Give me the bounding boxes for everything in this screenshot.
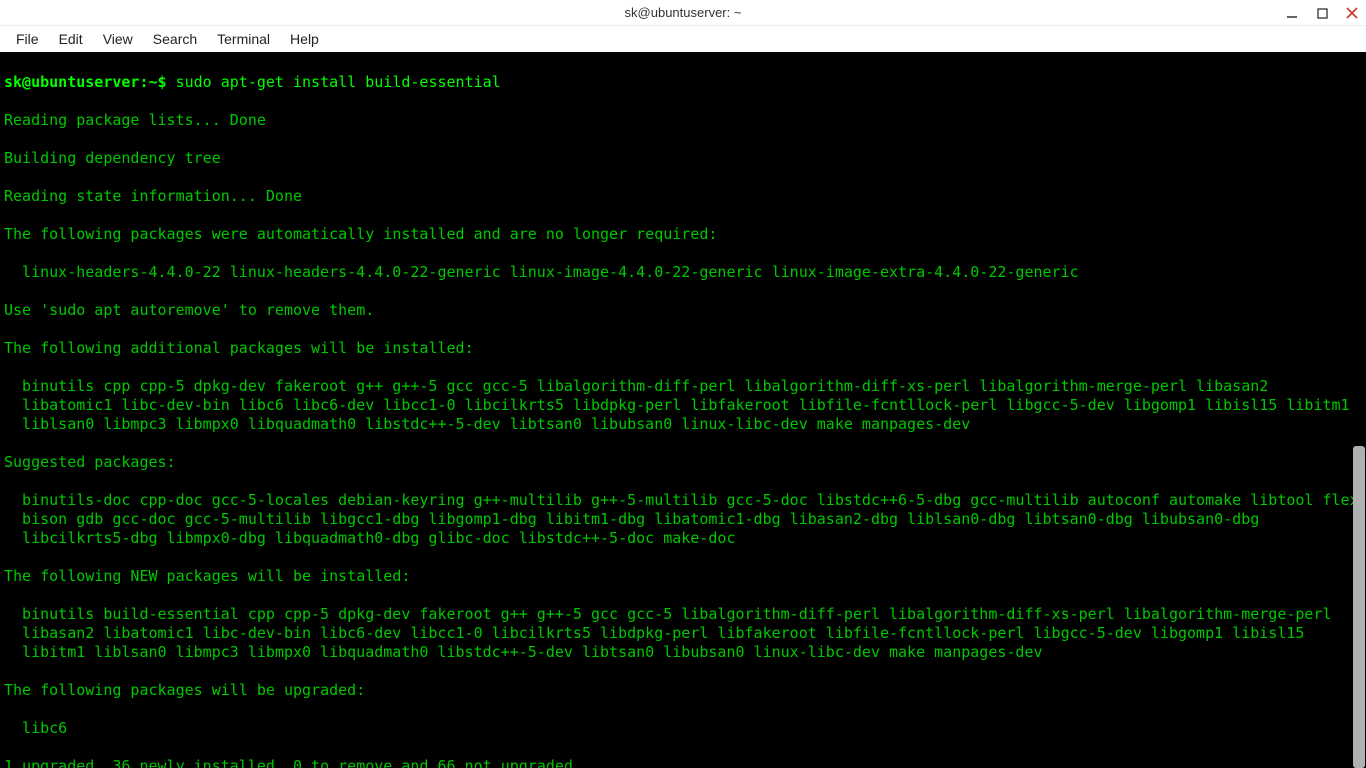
menu-edit[interactable]: Edit xyxy=(51,29,91,49)
maximize-icon xyxy=(1317,8,1328,19)
minimize-icon xyxy=(1286,7,1298,19)
window-title: sk@ubuntuserver: ~ xyxy=(625,5,742,20)
menubar: File Edit View Search Terminal Help xyxy=(0,26,1366,52)
minimize-button[interactable] xyxy=(1284,5,1300,21)
package-list: linux-headers-4.4.0-22 linux-headers-4.4… xyxy=(22,263,1079,282)
output-line: binutils build-essential cpp cpp-5 dpkg-… xyxy=(4,605,1362,662)
output-line: The following packages will be upgraded: xyxy=(4,681,1362,700)
output-line: libc6 xyxy=(4,719,1362,738)
prompt-user-host: sk@ubuntuserver xyxy=(4,73,139,91)
command-text: sudo apt-get install build-essential xyxy=(176,73,501,91)
scrollbar[interactable] xyxy=(1352,52,1366,768)
prompt-symbol: $ xyxy=(158,73,167,91)
output-line: The following NEW packages will be insta… xyxy=(4,567,1362,586)
terminal-viewport[interactable]: sk@ubuntuserver:~$ sudo apt-get install … xyxy=(0,52,1366,768)
menu-file[interactable]: File xyxy=(8,29,47,49)
output-line: Reading state information... Done xyxy=(4,187,1362,206)
output-line: Suggested packages: xyxy=(4,453,1362,472)
prompt-line: sk@ubuntuserver:~$ sudo apt-get install … xyxy=(4,73,1362,92)
output-line: 1 upgraded, 36 newly installed, 0 to rem… xyxy=(4,757,1362,768)
close-icon xyxy=(1346,7,1358,19)
output-line: Building dependency tree xyxy=(4,149,1362,168)
maximize-button[interactable] xyxy=(1314,5,1330,21)
package-list: binutils cpp cpp-5 dpkg-dev fakeroot g++… xyxy=(22,377,1362,434)
menu-help[interactable]: Help xyxy=(282,29,327,49)
close-button[interactable] xyxy=(1344,5,1360,21)
output-line: binutils-doc cpp-doc gcc-5-locales debia… xyxy=(4,491,1362,548)
menu-terminal[interactable]: Terminal xyxy=(209,29,278,49)
package-list: binutils build-essential cpp cpp-5 dpkg-… xyxy=(22,605,1362,662)
package-list: binutils-doc cpp-doc gcc-5-locales debia… xyxy=(22,491,1362,548)
prompt-path: ~ xyxy=(149,73,158,91)
titlebar: sk@ubuntuserver: ~ xyxy=(0,0,1366,26)
window-controls xyxy=(1284,0,1360,26)
output-line: Reading package lists... Done xyxy=(4,111,1362,130)
menu-search[interactable]: Search xyxy=(145,29,205,49)
scrollbar-thumb[interactable] xyxy=(1353,446,1365,768)
output-line: The following additional packages will b… xyxy=(4,339,1362,358)
package-list: libc6 xyxy=(22,719,67,738)
output-line: binutils cpp cpp-5 dpkg-dev fakeroot g++… xyxy=(4,377,1362,434)
output-line: Use 'sudo apt autoremove' to remove them… xyxy=(4,301,1362,320)
output-line: The following packages were automaticall… xyxy=(4,225,1362,244)
menu-view[interactable]: View xyxy=(95,29,141,49)
terminal-window: sk@ubuntuserver: ~ File Edit View Search… xyxy=(0,0,1366,768)
output-line: linux-headers-4.4.0-22 linux-headers-4.4… xyxy=(4,263,1362,282)
